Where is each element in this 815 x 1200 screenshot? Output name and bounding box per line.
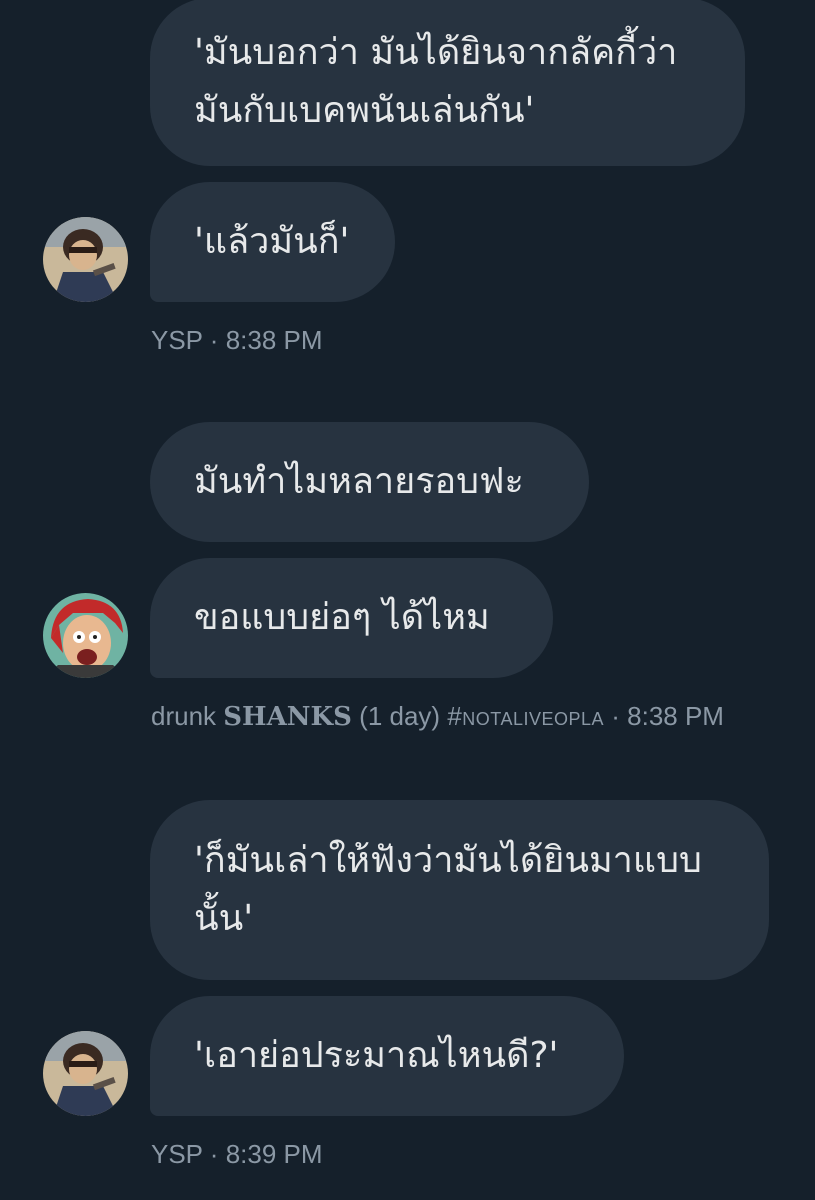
ysp-avatar-icon — [43, 1031, 128, 1116]
message-text: มันทำไมหลายรอบฟะ — [194, 461, 524, 502]
timestamp: 8:39 PM — [225, 1139, 323, 1169]
message-bubble[interactable]: 'เอาย่อประมาณไหนดี?' — [150, 996, 624, 1116]
message-meta: drunk SHANKS (1 day) #notaliveopla · 8:3… — [151, 701, 724, 732]
avatar-ysp[interactable] — [43, 1031, 128, 1116]
shanks-avatar-icon — [43, 593, 128, 678]
sender-name[interactable]: YSP — [151, 1139, 203, 1169]
timestamp: 8:38 PM — [225, 325, 323, 355]
message-bubble[interactable]: ขอแบบย่อๆ ได้ไหม — [150, 558, 553, 678]
sender-name-suffix[interactable]: (1 day) — [359, 701, 440, 731]
avatar-shanks[interactable] — [43, 593, 128, 678]
message-text: 'มันบอกว่า มันได้ยินจากลัคกี้ว่า มันกับเ… — [194, 32, 678, 131]
message-bubble[interactable]: 'แล้วมันก็' — [150, 182, 395, 302]
ysp-avatar-icon — [43, 217, 128, 302]
message-text: ขอแบบย่อๆ ได้ไหม — [194, 597, 490, 638]
message-text: 'ก็มันเล่าให้ฟังว่ามันได้ยินมาแบบ นั้น' — [194, 840, 702, 939]
message-bubble[interactable]: 'มันบอกว่า มันได้ยินจากลัคกี้ว่า มันกับเ… — [150, 0, 745, 166]
message-meta: YSP · 8:39 PM — [151, 1139, 323, 1170]
sender-name[interactable]: YSP — [151, 325, 203, 355]
timestamp: 8:38 PM — [627, 701, 724, 731]
message-text: 'เอาย่อประมาณไหนดี?' — [194, 1035, 559, 1076]
message-bubble[interactable]: 'ก็มันเล่าให้ฟังว่ามันได้ยินมาแบบ นั้น' — [150, 800, 769, 980]
meta-separator: · — [611, 701, 620, 731]
message-bubble[interactable]: มันทำไมหลายรอบฟะ — [150, 422, 589, 542]
sender-tag[interactable]: #notaliveopla — [447, 701, 604, 731]
meta-separator: · — [209, 325, 219, 355]
meta-separator: · — [209, 1139, 219, 1169]
sender-name-prefix[interactable]: drunk — [151, 701, 216, 731]
message-text: 'แล้วมันก็' — [194, 221, 350, 262]
message-meta: YSP · 8:38 PM — [151, 325, 323, 356]
sender-name[interactable]: SHANKS — [223, 702, 352, 732]
avatar-ysp[interactable] — [43, 217, 128, 302]
